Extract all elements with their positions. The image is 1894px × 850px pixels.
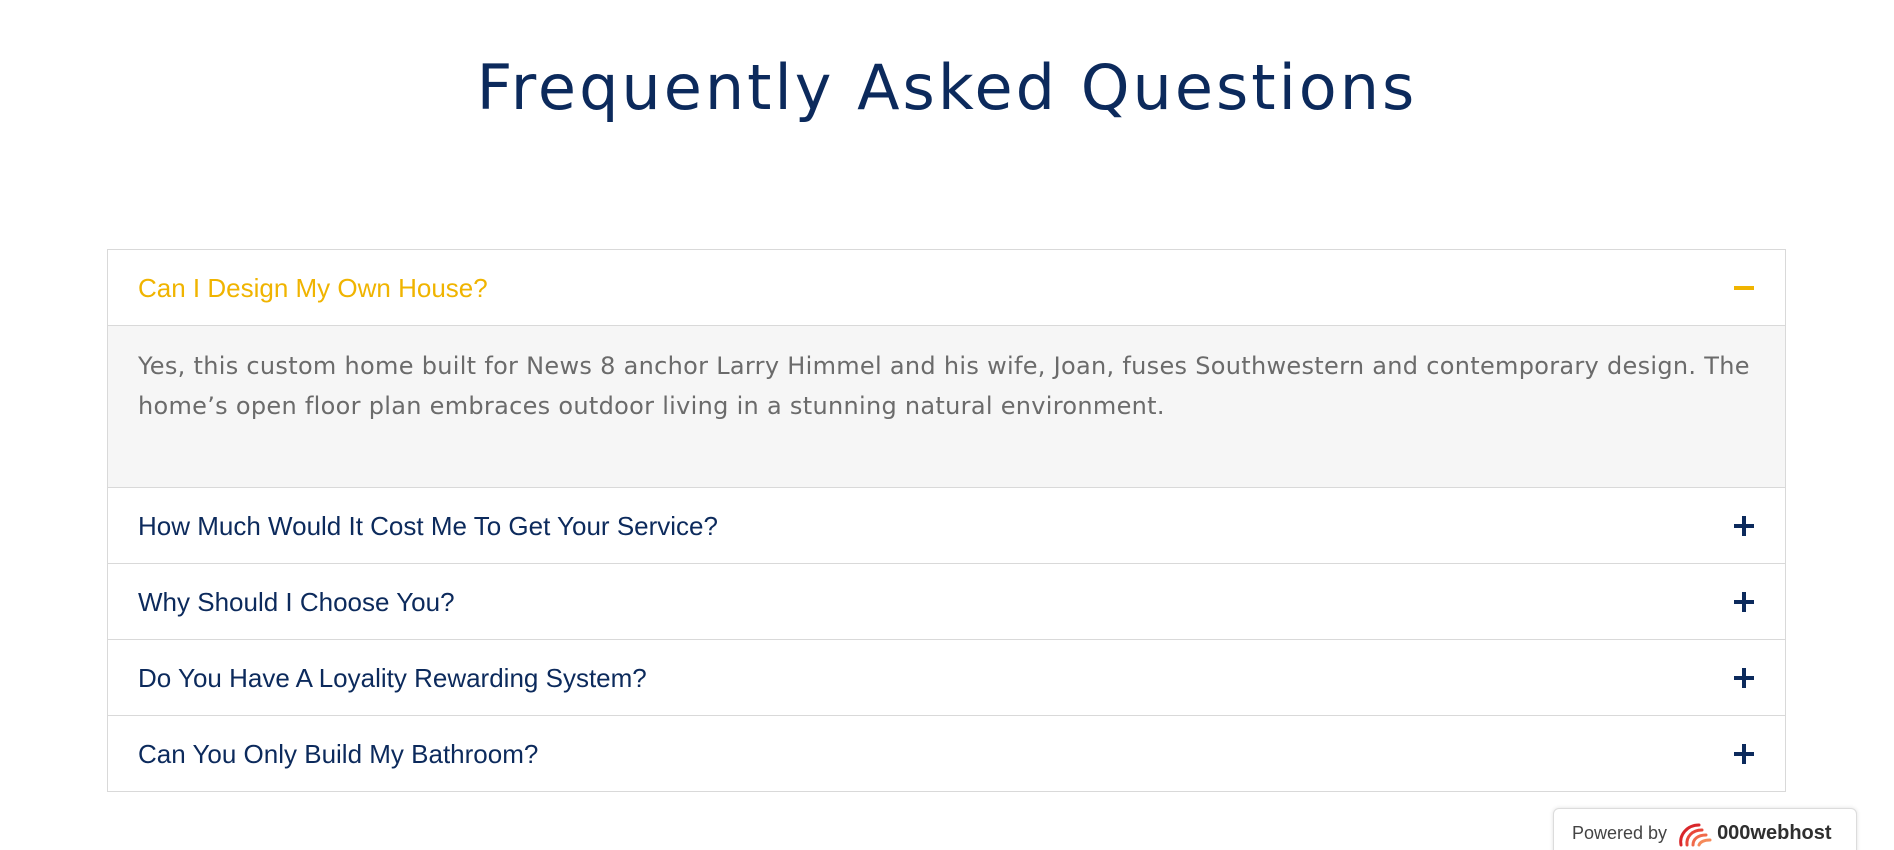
- plus-icon[interactable]: [1733, 743, 1755, 765]
- faq-answer-panel: Yes, this custom home built for News 8 a…: [108, 325, 1785, 487]
- faq-item-loyalty-system: Do You Have A Loyality Rewarding System?: [108, 640, 1785, 716]
- faq-question: Do You Have A Loyality Rewarding System?: [138, 662, 647, 693]
- faq-item-bathroom-only: Can You Only Build My Bathroom?: [108, 716, 1785, 791]
- host-name: 000webhost: [1717, 822, 1832, 844]
- faq-answer: Yes, this custom home built for News 8 a…: [138, 352, 1750, 420]
- faq-item-service-cost: How Much Would It Cost Me To Get Your Se…: [108, 488, 1785, 564]
- faq-question: How Much Would It Cost Me To Get Your Se…: [138, 510, 718, 541]
- plus-icon[interactable]: [1733, 667, 1755, 689]
- faq-header-service-cost[interactable]: How Much Would It Cost Me To Get Your Se…: [108, 488, 1785, 563]
- minus-icon[interactable]: [1733, 277, 1755, 299]
- faq-question: Can I Design My Own House?: [138, 272, 488, 303]
- faq-header-loyalty-system[interactable]: Do You Have A Loyality Rewarding System?: [108, 640, 1785, 715]
- faq-item-design-own-house: Can I Design My Own House? Yes, this cus…: [108, 250, 1785, 488]
- 000webhost-logo-icon: [1677, 819, 1713, 849]
- plus-icon[interactable]: [1733, 515, 1755, 537]
- powered-by-label: Powered by: [1572, 823, 1668, 843]
- faq-accordion: Can I Design My Own House? Yes, this cus…: [107, 249, 1786, 792]
- faq-question: Why Should I Choose You?: [138, 586, 455, 617]
- faq-item-why-choose: Why Should I Choose You?: [108, 564, 1785, 640]
- plus-icon[interactable]: [1733, 591, 1755, 613]
- faq-header-design-own-house[interactable]: Can I Design My Own House?: [108, 250, 1785, 325]
- faq-header-why-choose[interactable]: Why Should I Choose You?: [108, 564, 1785, 639]
- faq-question: Can You Only Build My Bathroom?: [138, 738, 539, 769]
- faq-header-bathroom-only[interactable]: Can You Only Build My Bathroom?: [108, 716, 1785, 791]
- page-title: Frequently Asked Questions: [476, 51, 1418, 124]
- powered-by-badge[interactable]: Powered by 000webhost: [1553, 808, 1857, 850]
